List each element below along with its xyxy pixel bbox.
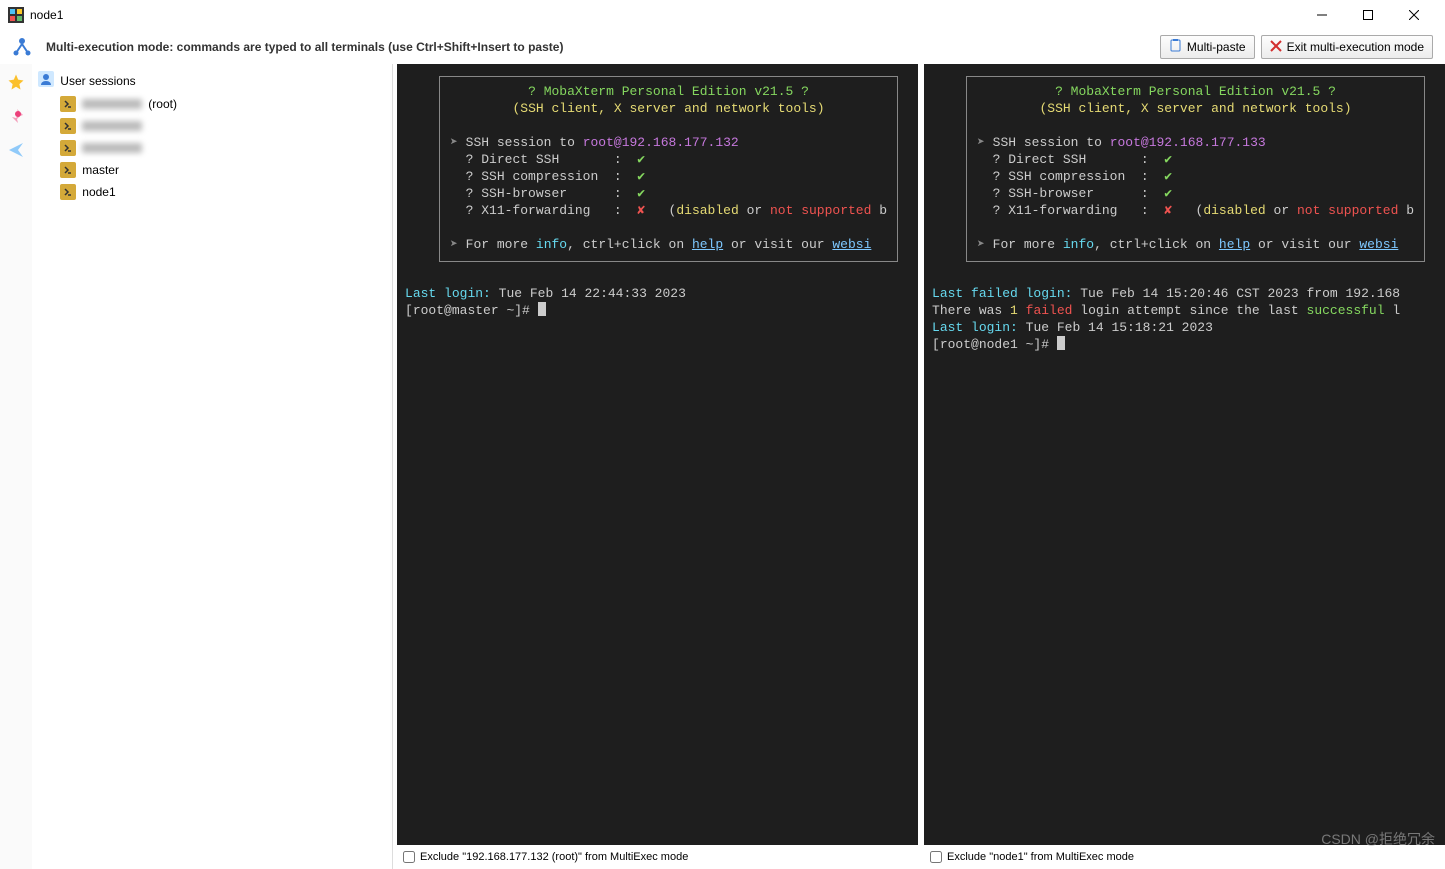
session-icon bbox=[60, 140, 76, 156]
multipaste-label: Multi-paste bbox=[1187, 40, 1246, 54]
session-item[interactable] bbox=[32, 115, 392, 137]
star-icon[interactable] bbox=[2, 68, 30, 96]
main-area: User sessions (root) master node1 ? MobaXt… bbox=[0, 64, 1445, 869]
session-label: node1 bbox=[82, 185, 115, 199]
exclude-right-checkbox[interactable] bbox=[930, 851, 942, 863]
exit-multiexec-button[interactable]: Exit multi-execution mode bbox=[1261, 35, 1433, 59]
sessions-header-label: User sessions bbox=[60, 74, 135, 88]
session-label-redacted bbox=[82, 99, 142, 109]
clipboard-icon bbox=[1169, 39, 1182, 55]
user-sessions-icon bbox=[38, 71, 54, 90]
exit-label: Exit multi-execution mode bbox=[1287, 40, 1424, 54]
terminal-right-footer: Exclude "node1" from MultiExec mode bbox=[924, 845, 1445, 869]
sessions-sidebar: User sessions (root) master node1 bbox=[32, 64, 393, 869]
window-title: node1 bbox=[30, 8, 63, 22]
session-label-redacted bbox=[82, 121, 142, 131]
close-button[interactable] bbox=[1391, 0, 1437, 30]
left-iconbar bbox=[0, 64, 32, 869]
terminal-right-column: ? MobaXterm Personal Edition v21.5 ?(SSH… bbox=[924, 64, 1445, 869]
multiexec-toolbar: Multi-execution mode: commands are typed… bbox=[0, 30, 1445, 64]
session-icon bbox=[60, 96, 76, 112]
terminal-right[interactable]: ? MobaXterm Personal Edition v21.5 ?(SSH… bbox=[924, 64, 1445, 845]
session-item[interactable] bbox=[32, 137, 392, 159]
exclude-right-label: Exclude "node1" from MultiExec mode bbox=[947, 851, 1134, 863]
session-icon bbox=[60, 184, 76, 200]
sessions-header[interactable]: User sessions bbox=[32, 68, 392, 93]
pin-icon[interactable] bbox=[2, 102, 30, 130]
terminal-grid: ? MobaXterm Personal Edition v21.5 ?(SSH… bbox=[393, 64, 1445, 869]
window-controls bbox=[1299, 0, 1437, 30]
multipaste-button[interactable]: Multi-paste bbox=[1160, 35, 1255, 59]
titlebar: node1 bbox=[0, 0, 1445, 30]
multiexec-mode-text: Multi-execution mode: commands are typed… bbox=[46, 40, 563, 54]
session-item[interactable]: (root) bbox=[32, 93, 392, 115]
maximize-button[interactable] bbox=[1345, 0, 1391, 30]
session-icon bbox=[60, 162, 76, 178]
session-suffix: (root) bbox=[148, 97, 177, 111]
multiexec-icon bbox=[10, 35, 34, 59]
minimize-button[interactable] bbox=[1299, 0, 1345, 30]
terminal-left-footer: Exclude "192.168.177.132 (root)" from Mu… bbox=[397, 845, 918, 869]
terminal-left-column: ? MobaXterm Personal Edition v21.5 ?(SSH… bbox=[397, 64, 918, 869]
session-label: master bbox=[82, 163, 119, 177]
session-label-redacted bbox=[82, 143, 142, 153]
session-item[interactable]: node1 bbox=[32, 181, 392, 203]
close-icon bbox=[1270, 40, 1282, 55]
exclude-left-checkbox[interactable] bbox=[403, 851, 415, 863]
session-icon bbox=[60, 118, 76, 134]
terminal-left[interactable]: ? MobaXterm Personal Edition v21.5 ?(SSH… bbox=[397, 64, 918, 845]
session-item[interactable]: master bbox=[32, 159, 392, 181]
send-icon[interactable] bbox=[2, 136, 30, 164]
exclude-left-label: Exclude "192.168.177.132 (root)" from Mu… bbox=[420, 851, 688, 863]
app-icon bbox=[8, 7, 24, 23]
